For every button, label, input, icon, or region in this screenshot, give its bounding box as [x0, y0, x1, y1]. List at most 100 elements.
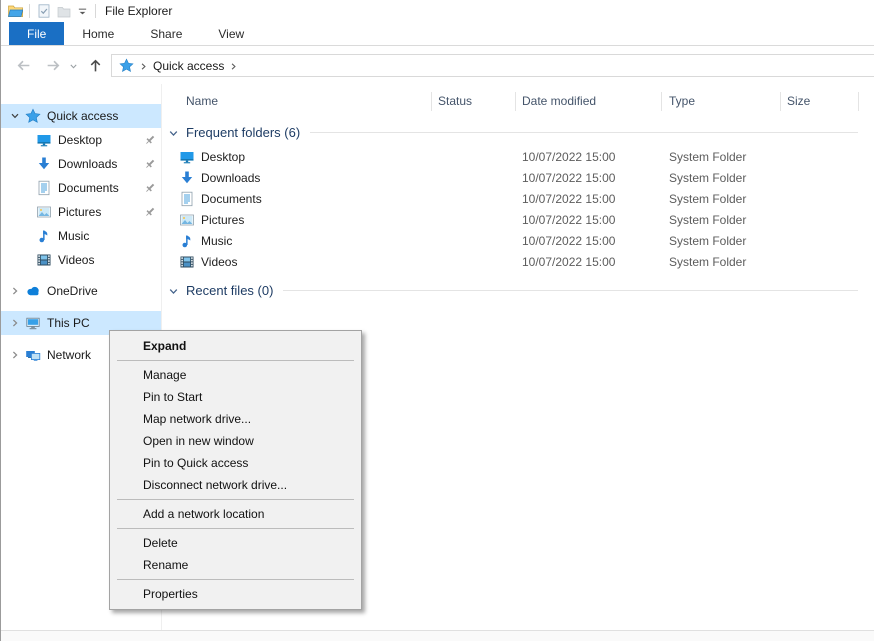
file-type: System Folder — [669, 213, 746, 227]
column-headers: Name Status Date modified Type Size — [162, 88, 874, 114]
sidebar-item-desktop[interactable]: Desktop — [1, 128, 161, 152]
column-divider[interactable] — [431, 92, 432, 111]
file-name: Desktop — [201, 150, 245, 164]
customize-quick-access-toolbar-icon[interactable] — [76, 5, 89, 18]
up-icon[interactable] — [87, 57, 104, 74]
column-divider[interactable] — [661, 92, 662, 111]
new-folder-icon[interactable] — [56, 3, 72, 19]
network-icon — [25, 347, 41, 363]
downloads-icon — [36, 156, 52, 172]
file-name: Videos — [201, 255, 237, 269]
forward-icon[interactable] — [45, 57, 62, 74]
column-divider[interactable] — [515, 92, 516, 111]
menu-item-open-in-new-window[interactable]: Open in new window — [110, 430, 361, 452]
navigation-bar: Quick access — [1, 47, 874, 84]
group-header-rule — [283, 290, 858, 291]
menu-item-expand[interactable]: Expand — [110, 335, 361, 357]
toolbar-separator — [95, 4, 96, 18]
chevron-right-icon[interactable] — [10, 286, 20, 296]
sidebar-item-onedrive[interactable]: OneDrive — [1, 279, 161, 303]
file-name: Documents — [201, 192, 262, 206]
sidebar-item-music[interactable]: Music — [1, 224, 161, 248]
menu-item-delete[interactable]: Delete — [110, 532, 361, 554]
file-type: System Folder — [669, 192, 746, 206]
music-icon — [179, 233, 195, 249]
pictures-icon — [36, 204, 52, 220]
window-title: File Explorer — [105, 4, 172, 18]
chevron-right-icon[interactable] — [10, 350, 20, 360]
file-date-modified: 10/07/2022 15:00 — [522, 192, 615, 206]
tab-view[interactable]: View — [200, 22, 262, 45]
sidebar-item-quick-access[interactable]: Quick access — [1, 104, 161, 128]
file-date-modified: 10/07/2022 15:00 — [522, 213, 615, 227]
file-name: Downloads — [201, 171, 260, 185]
sidebar-item-label: Quick access — [47, 109, 118, 123]
menu-item-add-a-network-location[interactable]: Add a network location — [110, 503, 361, 525]
breadcrumb-quick-access[interactable]: Quick access — [153, 59, 224, 73]
column-divider[interactable] — [780, 92, 781, 111]
menu-item-properties[interactable]: Properties — [110, 583, 361, 605]
file-name: Pictures — [201, 213, 244, 227]
column-header-type[interactable]: Type — [669, 94, 695, 108]
desktop-icon — [179, 149, 195, 165]
properties-icon[interactable] — [36, 3, 52, 19]
breadcrumb-chevron-icon[interactable] — [139, 62, 148, 71]
recent-locations-chevron-icon[interactable] — [69, 62, 78, 71]
menu-item-disconnect-network-drive[interactable]: Disconnect network drive... — [110, 474, 361, 496]
group-header-recent-files[interactable]: Recent files (0) — [162, 280, 858, 300]
file-type: System Folder — [669, 255, 746, 269]
column-divider[interactable] — [858, 92, 859, 111]
column-header-date-modified[interactable]: Date modified — [522, 94, 596, 108]
menu-item-pin-to-start[interactable]: Pin to Start — [110, 386, 361, 408]
file-explorer-logo-icon[interactable] — [7, 3, 23, 19]
column-header-status[interactable]: Status — [438, 94, 472, 108]
file-row-documents[interactable]: Documents 10/07/2022 15:00 System Folder — [162, 189, 874, 210]
file-row-videos[interactable]: Videos 10/07/2022 15:00 System Folder — [162, 252, 874, 273]
chevron-down-icon[interactable] — [168, 286, 179, 297]
file-name: Music — [201, 234, 232, 248]
group-header-label: Recent files (0) — [186, 283, 273, 298]
sidebar-item-label: This PC — [47, 316, 90, 330]
sidebar-item-label: Pictures — [58, 205, 101, 219]
sidebar-item-label: Desktop — [58, 133, 102, 147]
menu-separator — [117, 579, 354, 580]
group-header-frequent-folders[interactable]: Frequent folders (6) — [162, 122, 858, 142]
menu-separator — [117, 360, 354, 361]
back-icon[interactable] — [15, 57, 32, 74]
file-row-desktop[interactable]: Desktop 10/07/2022 15:00 System Folder — [162, 147, 874, 168]
file-date-modified: 10/07/2022 15:00 — [522, 150, 615, 164]
column-header-size[interactable]: Size — [787, 94, 810, 108]
sidebar-item-downloads[interactable]: Downloads — [1, 152, 161, 176]
documents-icon — [179, 191, 195, 207]
sidebar-item-label: Documents — [58, 181, 119, 195]
file-row-downloads[interactable]: Downloads 10/07/2022 15:00 System Folder — [162, 168, 874, 189]
menu-item-rename[interactable]: Rename — [110, 554, 361, 576]
chevron-right-icon[interactable] — [10, 318, 20, 328]
tab-file[interactable]: File — [9, 22, 64, 45]
ribbon-tab-bar: File Home Share View — [1, 22, 874, 46]
menu-item-pin-to-quick-access[interactable]: Pin to Quick access — [110, 452, 361, 474]
sidebar-item-documents[interactable]: Documents — [1, 176, 161, 200]
menu-item-manage[interactable]: Manage — [110, 364, 361, 386]
file-type: System Folder — [669, 150, 746, 164]
address-bar[interactable]: Quick access — [111, 54, 874, 77]
file-type: System Folder — [669, 234, 746, 248]
status-bar — [1, 630, 874, 641]
sidebar-item-pictures[interactable]: Pictures — [1, 200, 161, 224]
tab-share[interactable]: Share — [132, 22, 200, 45]
sidebar-item-videos[interactable]: Videos — [1, 248, 161, 272]
documents-icon — [36, 180, 52, 196]
music-icon — [36, 228, 52, 244]
column-header-name[interactable]: Name — [186, 94, 218, 108]
tab-home[interactable]: Home — [64, 22, 132, 45]
downloads-icon — [179, 170, 195, 186]
pictures-icon — [179, 212, 195, 228]
chevron-down-icon[interactable] — [10, 111, 20, 121]
menu-item-map-network-drive[interactable]: Map network drive... — [110, 408, 361, 430]
file-date-modified: 10/07/2022 15:00 — [522, 171, 615, 185]
file-row-pictures[interactable]: Pictures 10/07/2022 15:00 System Folder — [162, 210, 874, 231]
file-row-music[interactable]: Music 10/07/2022 15:00 System Folder — [162, 231, 874, 252]
chevron-down-icon[interactable] — [168, 128, 179, 139]
sidebar-item-label: Network — [47, 348, 91, 362]
breadcrumb-chevron-icon[interactable] — [229, 62, 238, 71]
